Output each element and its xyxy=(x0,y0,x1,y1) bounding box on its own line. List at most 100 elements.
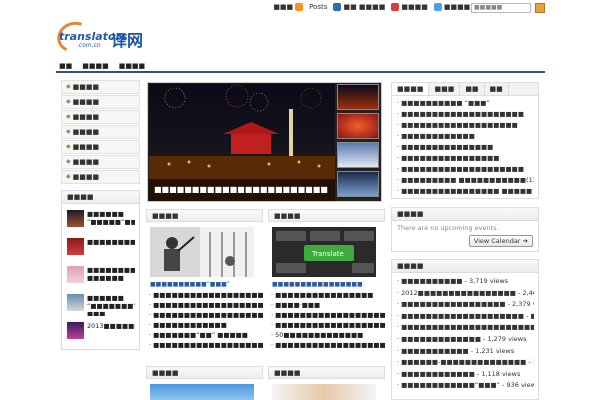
nav-item-2[interactable]: ■■■■ xyxy=(82,61,108,71)
slide-thumb[interactable] xyxy=(337,142,379,168)
category-item[interactable]: ◆ ■■■■ xyxy=(61,95,140,109)
list-item[interactable]: · ■■■■■■-■■■■■■■■■■■■■■ - 1,228 views xyxy=(397,357,534,369)
qq-icon xyxy=(433,3,442,11)
list-item[interactable]: · ■■■■■■■■■ ■■■■■■■■■■■(1) xyxy=(397,175,534,186)
list-item[interactable]: · ■■■■■■■■■■■■■■■■ xyxy=(397,153,534,164)
keyboard-image[interactable]: Translate xyxy=(272,227,376,277)
post-thumbnail xyxy=(67,322,84,339)
rss-icon xyxy=(295,3,304,11)
list-item[interactable]: · ■■■■■■■■■■■■■■■■ ■■■■■ xyxy=(397,186,534,197)
list-item[interactable]: · ■■■■■■■■■■■■■■■■■■■■ - ■■■■ - 2,080 vi… xyxy=(397,311,534,323)
popular-posts: ■■■■ · ■■■■■■■■■■ - 3,719 views · 2012■■… xyxy=(391,259,539,400)
post-image[interactable] xyxy=(272,384,376,400)
weibo-icon xyxy=(391,3,400,11)
featured-slider[interactable]: ■■■■■■■■■■■■■■■■■■■■■■■ xyxy=(147,82,382,202)
category-item[interactable]: ◆ ■■■■ xyxy=(61,170,140,184)
post-list: · ■■■■■■■■■■■■■■■■■■■■■■ · ■■■■■■■■■■■■■… xyxy=(149,290,263,350)
top-link-mail[interactable]: ■■ ■■■■ xyxy=(333,3,385,11)
list-item[interactable]: · ■■■■■■■■■■■■■■■■■■■■■■ xyxy=(149,340,263,350)
list-item[interactable]: · ■■■■■■■“■■” ■■■■■ xyxy=(149,330,263,340)
category-item[interactable]: ◆ ■■■■ xyxy=(61,80,140,94)
list-item[interactable]: · ■■■■■■■■■■ - 3,719 views xyxy=(397,276,534,288)
popular-title: ■■■■ xyxy=(392,260,538,273)
list-item[interactable]: · ■■■■■■■■■■■■“■■■” - 936 views xyxy=(397,380,534,392)
category-item[interactable]: ◆ ■■■■ xyxy=(61,110,140,124)
slide-thumb[interactable] xyxy=(337,113,379,139)
nav-item-3[interactable]: ■■■■ xyxy=(119,61,145,71)
tab-3[interactable]: ■■ xyxy=(460,83,485,95)
left-posts-panel: ■■■■ ■■■■■■ “■■■■■”■■ ■ ■■■■■■■ ■■■■■■■■ ■ … xyxy=(61,190,140,350)
top-link-subscribe[interactable]: ■■■ xyxy=(273,3,304,11)
list-item[interactable]: · ■■■■■■■■■■■■■■■■■■■■ xyxy=(149,310,263,320)
list-item[interactable]: · 50■■■■■■■■■■■■■ xyxy=(271,330,385,340)
bullet-icon: ◆ xyxy=(66,158,71,165)
list-item[interactable]: · ■■■■■■■■■■■■■■■■■■■■ xyxy=(397,164,534,175)
list-item[interactable]: · ■■■■■■■■■■■■ xyxy=(397,131,534,142)
post-list: · ■■■■■■■■■■■■■■■■ · ■■■■·■■■ · ■■■■■■■■… xyxy=(271,290,385,350)
top-link-qq[interactable]: ■■■■ xyxy=(433,3,470,11)
tab-4[interactable]: ■■ xyxy=(485,83,509,95)
view-calendar-button[interactable]: View Calendar ➔ xyxy=(468,235,533,247)
top-link-posts[interactable]: Posts xyxy=(309,3,327,11)
search-button[interactable] xyxy=(535,3,545,13)
list-item[interactable]: ■■■■■■■■ ■■■■■■ xyxy=(67,266,135,288)
list-item[interactable]: · ■■■■■■■■■■■■■■■■■■■■■■ xyxy=(149,290,263,300)
top-link-weibo[interactable]: ■■■■ xyxy=(391,3,428,11)
nav-item-home[interactable]: ■■ xyxy=(59,61,72,71)
tab-1[interactable]: ■■■■ xyxy=(392,83,430,95)
content-box: ■■■■ xyxy=(146,366,263,400)
slide-thumbnails xyxy=(337,84,381,200)
post-image[interactable] xyxy=(150,384,254,400)
list-item[interactable]: · ■■■■■■■■■■■■■■■■■■■■ xyxy=(397,109,534,120)
slide-caption[interactable]: ■■■■■■■■■■■■■■■■■■■■■■■ xyxy=(149,179,335,201)
post-title-link[interactable]: ■■■■■■■■■■“■■■” xyxy=(150,281,263,288)
list-item[interactable]: ■■■■■■ “■■■■■■■” ■■■ xyxy=(67,294,135,316)
content-box-title: ■■■■ xyxy=(268,366,385,379)
list-item[interactable]: ■■■■■■■■■■■■■■■■ xyxy=(67,238,135,260)
category-item[interactable]: ◆ ■■■■ xyxy=(61,155,140,169)
list-item[interactable]: · ■■■■·■■■ xyxy=(271,300,385,310)
category-item[interactable]: ◆ ■■■■ xyxy=(61,140,140,154)
list-item[interactable]: · ■■■■■■■■■■■■ xyxy=(149,320,263,330)
search-input[interactable]: ■■■■■ xyxy=(471,3,531,13)
post-title-link[interactable]: ■■■■■■■■■■■■■■■■ xyxy=(272,281,385,288)
list-item[interactable]: · ■■■■■■■■■■■■■■■■■■■■■■ - 1,286 views xyxy=(397,322,534,334)
slide-main-image[interactable]: ■■■■■■■■■■■■■■■■■■■■■■■ xyxy=(149,84,335,201)
list-item[interactable]: · ■■■■■■■■■■■■■■■ xyxy=(397,142,534,153)
list-item[interactable]: · ■■■■■■■■■■■■■■■■■ - 2,379 views xyxy=(397,299,534,311)
bullet-icon: ◆ xyxy=(66,173,71,180)
category-item[interactable]: ◆ ■■■■ xyxy=(61,125,140,139)
list-item[interactable]: ■■■■■■ “■■■■■”■■■ xyxy=(67,210,135,232)
list-item[interactable]: · ■■■■■■■■■■■■■ - 1,279 views xyxy=(397,334,534,346)
list-item[interactable]: · 2012■■■■■■■■■■■■■■■■ - 2,460 views xyxy=(397,288,534,300)
list-item[interactable]: · ■■■■■■■■■■■■■■■■■■■■ xyxy=(271,310,385,320)
content-box-title: ■■■■ xyxy=(268,209,385,222)
post-thumbnail xyxy=(67,210,84,227)
category-list: ◆ ■■■■ ◆ ■■■■ ◆ ■■■■ ◆ ■■■■ ◆ ■■■■ ◆ ■■■■ ◆ ■■■… xyxy=(61,80,140,185)
events-calendar: ■■■■ There are no upcoming events. View … xyxy=(391,207,539,252)
list-item[interactable]: · ■■■■■■■■■■■■■■■■■■■ xyxy=(397,120,534,131)
list-item[interactable]: · ■■■■■■■■■■■■■■■■■■ xyxy=(271,340,385,350)
list-item[interactable]: · ■■■■■■■■■■■■■■■■ xyxy=(271,290,385,300)
list-item[interactable]: · ■■■■■■■■■■ “■■■” xyxy=(397,98,534,109)
tab-post-list: · ■■■■■■■■■■ “■■■” · ■■■■■■■■■■■■■■■■■■■… xyxy=(392,96,538,197)
slide-thumb[interactable] xyxy=(337,171,379,197)
site-logo[interactable]: translators .com.cn 译网 xyxy=(52,17,147,57)
list-item[interactable]: 2013■■■■■■■■■■■■■■■■■■ xyxy=(67,322,135,344)
list-item[interactable]: · ■■■■■■■■■■■■■■■■■■■ xyxy=(149,300,263,310)
top-bar: ■■■ Posts ■■ ■■■■ ■■■■ ■■■■ ■■■ ■■■ ■■■■… xyxy=(0,0,600,16)
main-nav: ■■ ■■■■ ■■■■ xyxy=(56,61,545,73)
slide-thumb[interactable] xyxy=(337,84,379,110)
tab-2[interactable]: ■■■ xyxy=(429,83,461,95)
calendar-title: ■■■■ xyxy=(392,208,538,221)
content-box: ■■■■ xyxy=(268,366,385,400)
content-box: ■■■■ ■■■■■■■■■■“■■■” · ■■■■■■■■■■■■■■■■■… xyxy=(146,209,263,350)
content-box: ■■■■ Translate ■■■■■■■■■■■■■■■■ · ■■■■■■… xyxy=(268,209,385,350)
list-item[interactable]: · ■■■■■■■■■■■■■■■■■■■■ xyxy=(271,320,385,330)
list-item[interactable]: · ■■■■■■■■■■■ - 1,231 views xyxy=(397,346,534,358)
svg-text:Translate: Translate xyxy=(311,250,344,258)
list-item[interactable]: · ■■■■■■■■■■■■ - 1,118 views xyxy=(397,369,534,381)
logo-chinese: 译网 xyxy=(111,31,144,50)
bullet-icon: ◆ xyxy=(66,143,71,150)
post-image[interactable] xyxy=(150,227,254,277)
